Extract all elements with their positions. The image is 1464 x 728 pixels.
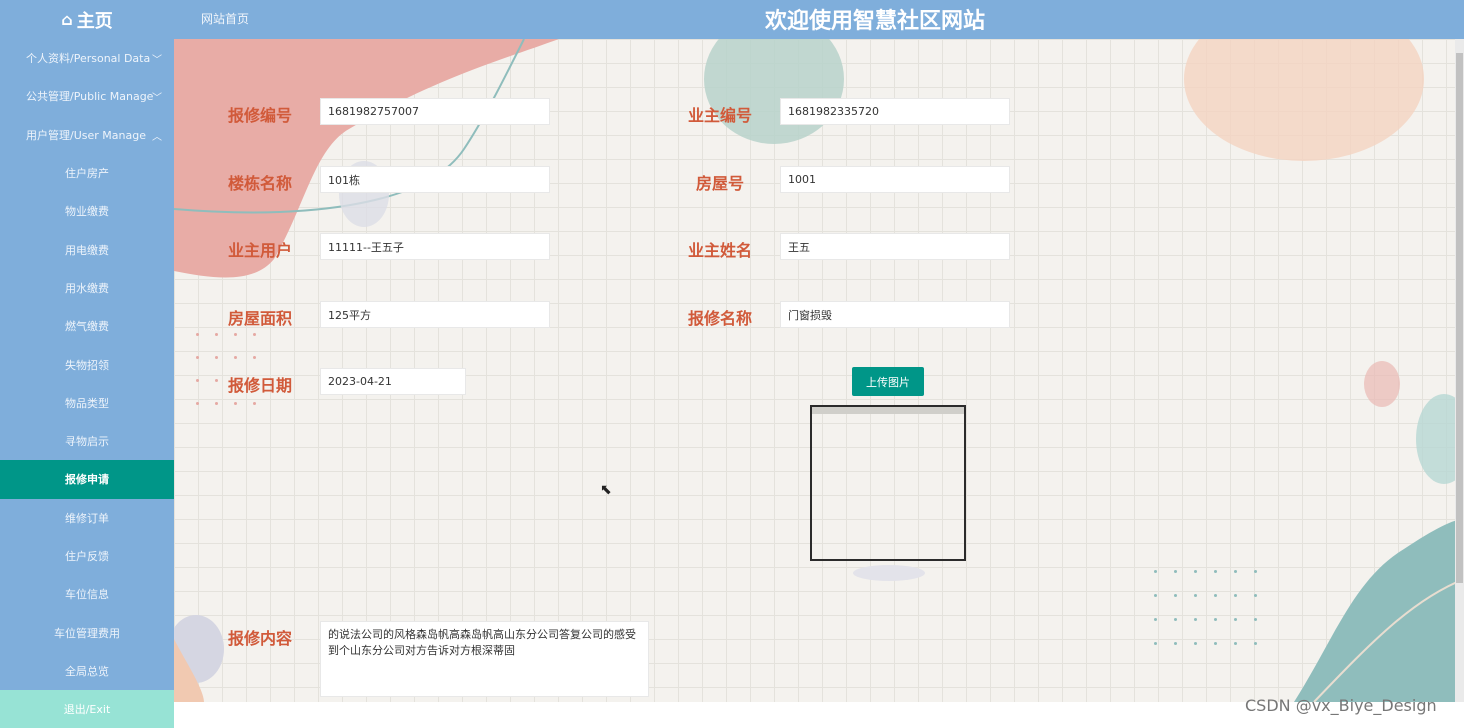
owner-name-label: 业主姓名 bbox=[688, 241, 753, 260]
area-field[interactable]: 125平方 bbox=[320, 301, 550, 328]
breadcrumb[interactable]: 网站首页 bbox=[201, 10, 249, 27]
sidebar: 个人资料/Personal Data ﹀ 公共管理/Public Manage … bbox=[0, 39, 174, 728]
chevron-up-icon: ︿ bbox=[152, 131, 162, 143]
sidebar-item-label: 住户房产 bbox=[65, 167, 109, 181]
watermark: CSDN @vx_Biye_Design bbox=[1245, 696, 1437, 715]
sidebar-item-water-fee[interactable]: 用水缴费 bbox=[0, 269, 174, 307]
sidebar-item-property-fee[interactable]: 物业缴费 bbox=[0, 192, 174, 230]
sidebar-item-parking-fee[interactable]: 车位管理费用 bbox=[0, 613, 174, 651]
sidebar-item-lost-notice[interactable]: 寻物启示 bbox=[0, 422, 174, 460]
building-field[interactable]: 101栋 bbox=[320, 166, 550, 193]
repair-no-field[interactable]: 1681982757007 bbox=[320, 98, 550, 125]
sidebar-item-label: 燃气缴费 bbox=[65, 320, 109, 334]
repair-date-label: 报修日期 bbox=[228, 376, 293, 395]
owner-name-field[interactable]: 王五 bbox=[780, 233, 1010, 260]
sidebar-item-repair-order[interactable]: 维修订单 bbox=[0, 499, 174, 537]
sidebar-item-label: 退出/Exit bbox=[63, 703, 111, 717]
room-no-field[interactable]: 1001 bbox=[780, 166, 1010, 193]
repair-name-field[interactable]: 门窗损毁 bbox=[780, 301, 1010, 328]
sidebar-item-electricity-fee[interactable]: 用电缴费 bbox=[0, 230, 174, 268]
chevron-down-icon: ﹀ bbox=[152, 55, 162, 66]
sidebar-item-overview[interactable]: 全局总览 bbox=[0, 652, 174, 690]
scrollbar-thumb[interactable] bbox=[1456, 53, 1463, 583]
area-label: 房屋面积 bbox=[228, 309, 293, 328]
content-label: 报修内容 bbox=[228, 629, 293, 648]
site-title: 欢迎使用智慧社区网站 bbox=[764, 9, 985, 34]
sidebar-item-label: 车位信息 bbox=[65, 588, 109, 602]
sidebar-item-lost-found[interactable]: 失物招领 bbox=[0, 345, 174, 383]
sidebar-item-label: 物品类型 bbox=[65, 396, 109, 410]
home-icon: ⌂ bbox=[61, 10, 73, 29]
decorative-dots-right bbox=[1154, 570, 1274, 645]
sidebar-group-personal-data[interactable]: 个人资料/Personal Data ﹀ bbox=[0, 39, 174, 77]
sidebar-item-label: 用电缴费 bbox=[65, 243, 109, 257]
chevron-down-icon: ﹀ bbox=[152, 93, 162, 105]
repair-name-label: 报修名称 bbox=[688, 309, 753, 328]
sidebar-group-label: 个人资料/Personal Data bbox=[26, 52, 151, 66]
room-no-label: 房屋号 bbox=[696, 174, 745, 193]
sidebar-item-label: 寻物启示 bbox=[65, 435, 109, 449]
sidebar-item-label: 车位管理费用 bbox=[54, 626, 120, 640]
sidebar-item-label: 失物招领 bbox=[65, 358, 109, 372]
sidebar-item-resident-feedback[interactable]: 住户反馈 bbox=[0, 537, 174, 575]
mouse-cursor-icon: ⬉ bbox=[600, 482, 612, 498]
sidebar-item-parking-info[interactable]: 车位信息 bbox=[0, 575, 174, 613]
sidebar-item-label: 维修订单 bbox=[65, 511, 109, 525]
sidebar-item-gas-fee[interactable]: 燃气缴费 bbox=[0, 307, 174, 345]
sidebar-item-exit[interactable]: 退出/Exit bbox=[0, 690, 174, 728]
sidebar-group-label: 公共管理/Public Manage bbox=[26, 90, 154, 104]
image-preview-bar bbox=[812, 407, 964, 414]
content-textarea[interactable]: 的说法公司的风格森岛帆高森岛帆高山东分公司答复公司的感受到个山东分公司对方告诉对… bbox=[320, 621, 649, 697]
owner-user-label: 业主用户 bbox=[228, 241, 293, 260]
top-bar: ⌂ 主页 网站首页 欢迎使用智慧社区网站 bbox=[0, 0, 1464, 39]
owner-user-field[interactable]: 11111--王五子 bbox=[320, 233, 550, 260]
sidebar-item-label: 全局总览 bbox=[65, 664, 109, 678]
sidebar-item-label: 报修申请 bbox=[65, 473, 109, 487]
owner-no-field[interactable]: 1681982335720 bbox=[780, 98, 1010, 125]
building-label: 楼栋名称 bbox=[228, 174, 293, 193]
sidebar-item-item-type[interactable]: 物品类型 bbox=[0, 384, 174, 422]
sidebar-item-repair-request[interactable]: 报修申请 bbox=[0, 460, 174, 499]
sidebar-item-label: 用水缴费 bbox=[65, 281, 109, 295]
sidebar-group-public-manage[interactable]: 公共管理/Public Manage ﹀ bbox=[0, 77, 174, 115]
upload-image-button[interactable]: 上传图片 bbox=[852, 367, 924, 396]
sidebar-group-user-manage[interactable]: 用户管理/User Manage ︿ bbox=[0, 116, 174, 154]
sidebar-item-label: 物业缴费 bbox=[65, 205, 109, 219]
repair-no-label: 报修编号 bbox=[228, 106, 293, 125]
home-link[interactable]: ⌂ 主页 bbox=[0, 0, 174, 39]
sidebar-item-resident-property[interactable]: 住户房产 bbox=[0, 154, 174, 192]
repair-date-field[interactable]: 2023-04-21 bbox=[320, 368, 466, 395]
main-content: 报修编号 1681982757007 业主编号 1681982335720 楼栋… bbox=[174, 39, 1464, 702]
brand-label: 主页 bbox=[76, 10, 113, 32]
image-preview[interactable] bbox=[810, 405, 966, 561]
vertical-scrollbar[interactable] bbox=[1455, 39, 1464, 702]
sidebar-group-label: 用户管理/User Manage bbox=[26, 128, 146, 142]
sidebar-item-label: 住户反馈 bbox=[65, 550, 109, 563]
owner-no-label: 业主编号 bbox=[688, 106, 753, 125]
